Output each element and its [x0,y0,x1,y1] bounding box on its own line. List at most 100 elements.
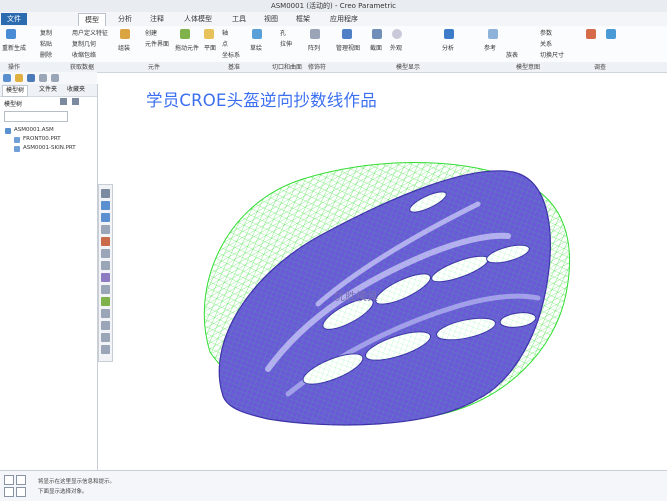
ribbon: 重新生成 复制 粘贴 删除 用户定义特征 复制几何 收缩包络 组装 创建 元件界… [0,26,667,63]
delete-button[interactable]: 删除 [40,50,52,59]
drag-components-button[interactable]: 拖动元件 [175,43,199,52]
selection-icon[interactable] [16,475,26,485]
watermark: 优胜模具 [334,290,378,303]
copy-button[interactable]: 复制 [40,28,52,37]
assemble-icon[interactable] [120,29,130,39]
tab-file[interactable]: 文件 [1,13,27,25]
assembly-icon [5,128,11,134]
create-button[interactable]: 创建 [145,28,157,37]
regenerate-icon[interactable] [6,29,16,39]
tab-model[interactable]: 模型 [78,13,106,26]
point-display-icon[interactable] [101,321,110,330]
redo-icon[interactable] [51,74,59,82]
tab-view[interactable]: 视图 [258,13,284,25]
group-operations: 操作 [8,64,21,71]
hole-button[interactable]: 孔 [280,28,286,37]
tree-item-part-2[interactable]: ASM0001-SKIN.PRT [23,145,76,151]
show-icon[interactable] [72,98,79,105]
model-info-icon[interactable] [606,29,616,39]
section-icon[interactable] [372,29,382,39]
saved-views-icon[interactable] [101,249,110,258]
graphics-area[interactable]: 学员CROE头盔逆向抄数线作品 优胜模具 [98,84,667,470]
part-icon [14,146,20,152]
reference-icon[interactable] [488,29,498,39]
paste-button[interactable]: 粘贴 [40,39,52,48]
appearance-icon[interactable] [392,29,402,39]
assemble-button[interactable]: 组装 [118,43,130,52]
sketch-icon[interactable] [252,29,262,39]
perspective-icon[interactable] [101,273,110,282]
component-interface-button[interactable]: 元件界面 [145,39,169,48]
model-tree-header: 模型树 [0,97,97,109]
axis-display-icon[interactable] [101,309,110,318]
settings-icon[interactable] [60,98,67,105]
open-icon[interactable] [15,74,23,82]
drag-icon[interactable] [180,29,190,39]
ribbon-tabs: 文件 模型 分析 注释 人体模型 工具 视图 框架 应用程序 [0,12,667,27]
tab-analysis[interactable]: 分析 [112,13,138,25]
group-model-display: 模型显示 [396,64,421,71]
switch-dimensions-button[interactable]: 切换尺寸 [540,50,564,59]
tab-applications[interactable]: 应用程序 [324,13,364,25]
plane-button[interactable]: 平面 [204,43,216,52]
sketch-button[interactable]: 草绘 [250,43,262,52]
grid-icon[interactable] [4,487,14,497]
new-icon[interactable] [3,74,11,82]
status-bar: 将显示在这里显示信息和提示。 下面显示选择对象。 [0,470,667,501]
extrude-button[interactable]: 拉伸 [280,39,292,48]
tab-model-tree[interactable]: 模型树 [2,85,29,97]
zoom-out-icon[interactable] [101,213,110,222]
filter-icon[interactable] [16,487,26,497]
appearance-button[interactable]: 外观 [390,43,402,52]
tree-search-input[interactable] [4,111,68,122]
save-icon[interactable] [27,74,35,82]
csys-display-icon[interactable] [101,333,110,342]
parameters-button[interactable]: 参数 [540,28,552,37]
analysis-icon[interactable] [444,29,454,39]
group-datum: 基准 [228,64,241,71]
pattern-icon[interactable] [310,29,320,39]
helmet-model[interactable] [98,84,667,470]
regenerate-button[interactable]: 重新生成 [2,43,26,52]
point-button[interactable]: 点 [222,39,228,48]
tab-favorites[interactable]: 收藏夹 [64,85,88,95]
zoom-in-icon[interactable] [101,201,110,210]
analysis-button[interactable]: 分析 [442,43,454,52]
tab-tools[interactable]: 工具 [226,13,252,25]
plane-icon[interactable] [204,29,214,39]
manage-views-icon[interactable] [342,29,352,39]
sidebar-tabs: 模型树 文件夹 收藏夹 [0,84,97,97]
copy-geometry-button[interactable]: 复制几何 [72,39,96,48]
undo-icon[interactable] [39,74,47,82]
annotation-display-icon[interactable] [101,297,110,306]
reference-button[interactable]: 参考 [484,43,496,52]
repaint-icon[interactable] [101,225,110,234]
quick-access-toolbar [0,72,97,84]
tab-folder-browser[interactable]: 文件夹 [36,85,60,95]
manage-views-button[interactable]: 管理视图 [336,43,360,52]
section-button[interactable]: 截面 [370,43,382,52]
view-toolbar [98,184,113,362]
display-style-icon[interactable] [101,237,110,246]
refit-icon[interactable] [101,189,110,198]
relations-button[interactable]: 关系 [540,39,552,48]
axis-button[interactable]: 轴 [222,28,228,37]
status-message-2: 下面显示选择对象。 [38,489,88,495]
tab-annotate[interactable]: 注释 [144,13,170,25]
pattern-button[interactable]: 阵列 [308,43,320,52]
udf-button[interactable]: 用户定义特征 [72,28,108,37]
investigate-icon[interactable] [586,29,596,39]
csys-button[interactable]: 坐标系 [222,50,240,59]
spin-center-icon[interactable] [101,345,110,354]
datum-display-icon[interactable] [101,285,110,294]
tree-item-root[interactable]: ASM0001.ASM [14,127,54,133]
shrinkwrap-button[interactable]: 收缩包络 [72,50,96,59]
message-icon[interactable] [4,475,14,485]
tab-human-model[interactable]: 人体模型 [178,13,218,25]
tab-framework[interactable]: 框架 [290,13,316,25]
view-manager-icon[interactable] [101,261,110,270]
status-message-1: 将显示在这里显示信息和提示。 [38,479,116,485]
ribbon-group-labels: 操作 获取数据 元件 基准 切口和曲面 修饰符 模型显示 模型意图 调查 [0,62,667,73]
family-table-button[interactable]: 族表 [506,50,518,59]
tree-item-part-1[interactable]: FRONT00.PRT [23,136,61,142]
